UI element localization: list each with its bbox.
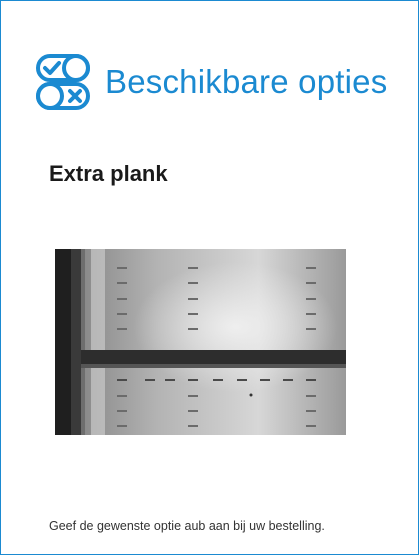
page-title: Beschikbare opties [105,63,388,100]
options-card: Beschikbare opties Extra plank Geef de g… [0,0,419,555]
options-header: Beschikbare opties [35,53,387,111]
option-title: Extra plank [49,161,168,186]
order-note: Geef de gewenste optie aub aan bij uw be… [49,519,325,533]
toggle-options-icon [36,54,90,110]
fridge-shelf-photo [55,249,346,435]
